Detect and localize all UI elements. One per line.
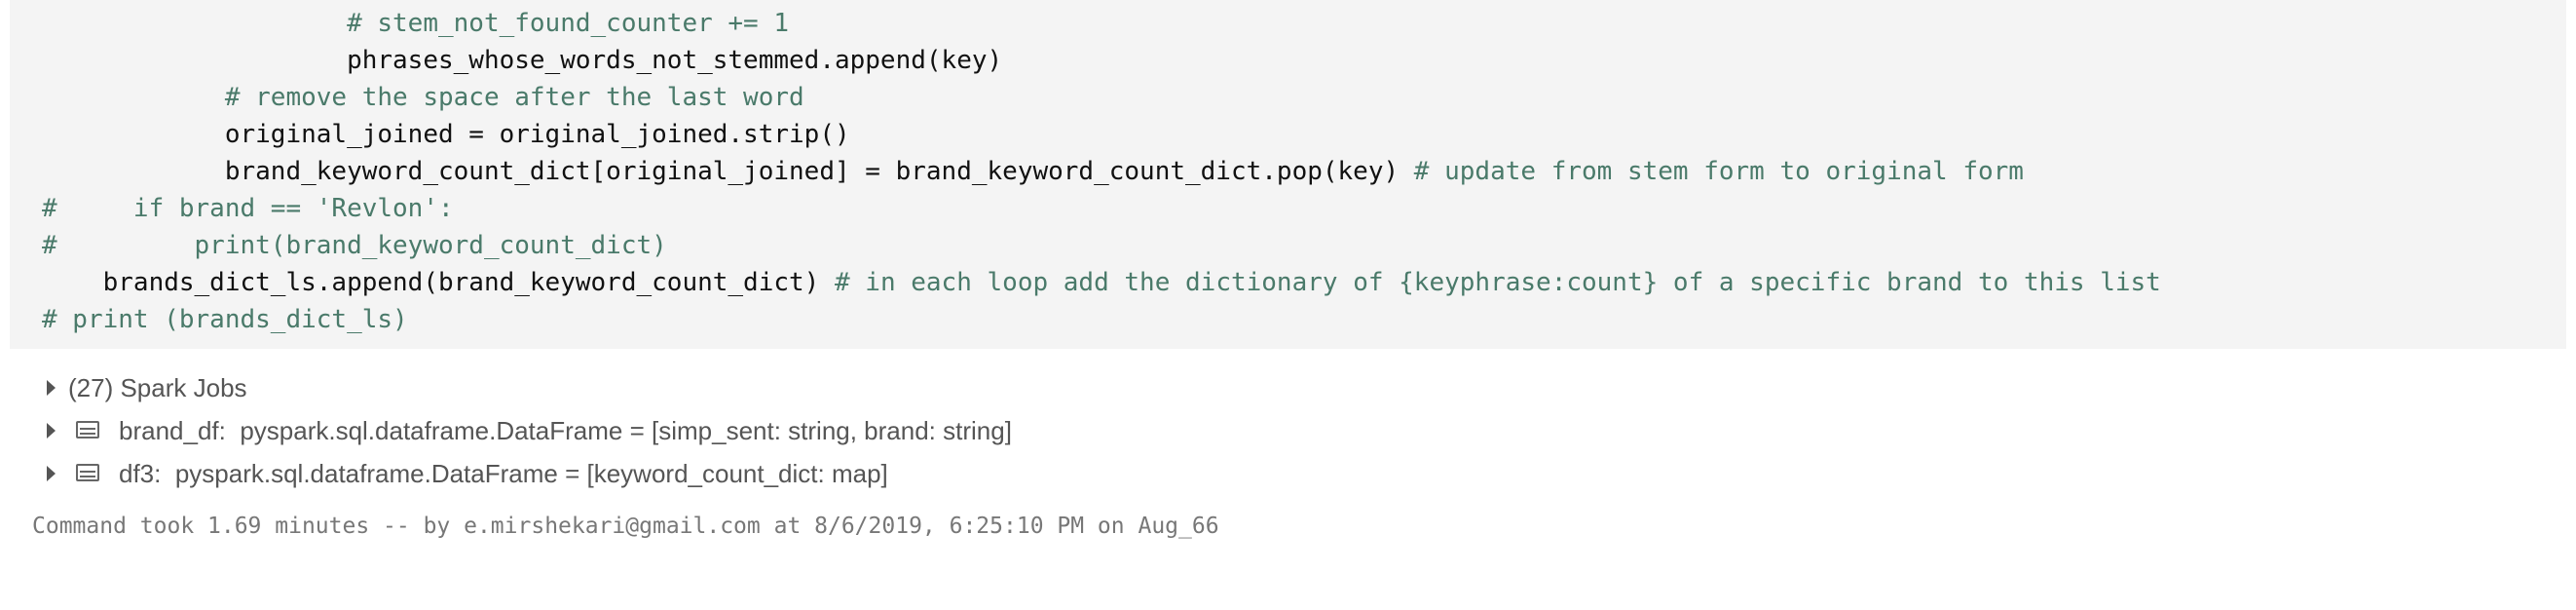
code-line: # remove the space after the last word bbox=[42, 83, 804, 112]
code-line: brands_dict_ls.append(brand_keyword_coun… bbox=[42, 264, 2161, 301]
code-cell[interactable]: # stem_not_found_counter += 1 phrases_wh… bbox=[10, 0, 2566, 349]
code-line: # stem_not_found_counter += 1 bbox=[42, 9, 790, 38]
code-line: # print(brand_keyword_count_dict) bbox=[42, 231, 667, 260]
code-segment: brand_keyword_count_dict[original_joined… bbox=[42, 157, 1400, 186]
code-line: # print (brands_dict_ls) bbox=[42, 305, 408, 334]
expand-triangle-icon[interactable] bbox=[47, 423, 56, 438]
spark-jobs-toggle[interactable]: (27) Spark Jobs bbox=[47, 368, 436, 407]
command-status-footer: Command took 1.69 minutes -- by e.mirshe… bbox=[32, 514, 1219, 539]
dataframe-schema-label: brand_df: pyspark.sql.dataframe.DataFram… bbox=[119, 416, 1012, 445]
output-row-df3[interactable]: df3: pyspark.sql.dataframe.DataFrame = [… bbox=[47, 454, 1021, 493]
code-line: phrases_whose_words_not_stemmed.append(k… bbox=[42, 46, 1003, 75]
code-segment: brands_dict_ls.append(brand_keyword_coun… bbox=[42, 268, 820, 297]
code-line: brand_keyword_count_dict[original_joined… bbox=[42, 153, 2024, 190]
spark-jobs-label: (27) Spark Jobs bbox=[68, 373, 247, 402]
table-icon bbox=[76, 421, 99, 438]
code-line: original_joined = original_joined.strip(… bbox=[42, 120, 850, 149]
dataframe-schema-label: df3: pyspark.sql.dataframe.DataFrame = [… bbox=[119, 459, 888, 488]
output-row-brand-df[interactable]: brand_df: pyspark.sql.dataframe.DataFram… bbox=[47, 411, 1118, 450]
expand-triangle-icon[interactable] bbox=[47, 380, 56, 396]
inline-comment: # in each loop add the dictionary of {ke… bbox=[819, 268, 2161, 297]
inline-comment: # update from stem form to original form bbox=[1399, 157, 2024, 186]
table-icon bbox=[76, 464, 99, 481]
expand-triangle-icon[interactable] bbox=[47, 466, 56, 481]
code-line: # if brand == 'Revlon': bbox=[42, 194, 454, 223]
